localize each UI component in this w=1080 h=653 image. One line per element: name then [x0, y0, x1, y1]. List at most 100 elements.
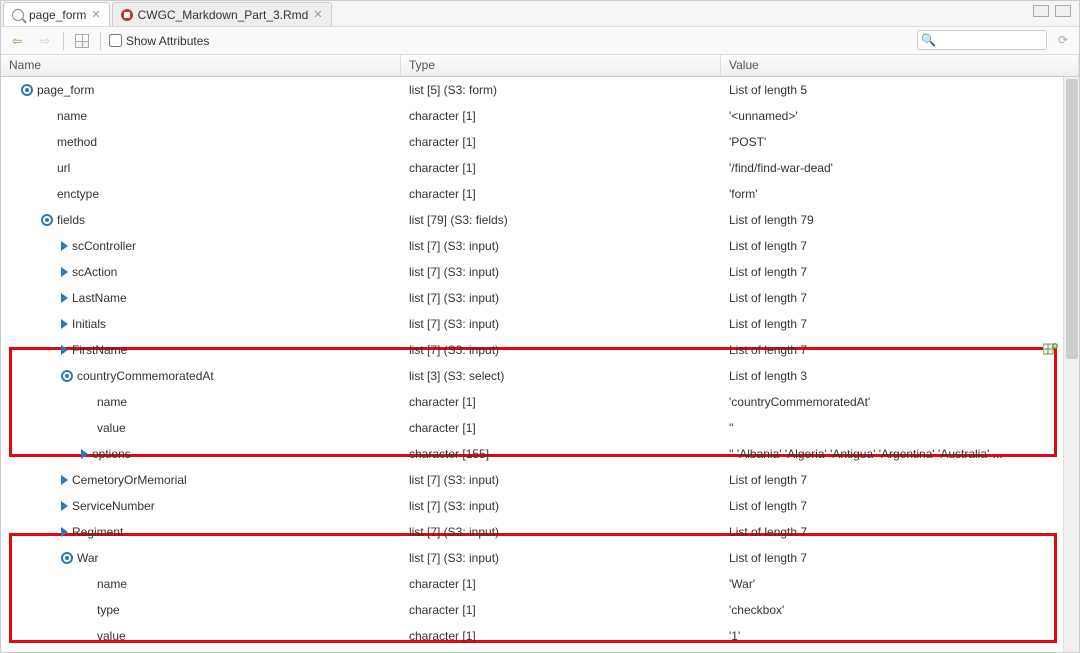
cell-value: List of length 7	[721, 317, 1079, 331]
cell-name: War	[1, 551, 401, 565]
search-input[interactable]	[917, 30, 1047, 50]
cell-type: list [7] (S3: input)	[401, 525, 721, 539]
tree-row[interactable]: LastNamelist [7] (S3: input)List of leng…	[1, 285, 1079, 311]
cell-type: list [3] (S3: select)	[401, 369, 721, 383]
cell-name: LastName	[1, 291, 401, 305]
tab-markdown[interactable]: CWGC_Markdown_Part_3.Rmd ✕	[112, 2, 332, 26]
search-icon	[12, 9, 24, 21]
node-name: options	[92, 447, 131, 461]
tree-row[interactable]: Regimentlist [7] (S3: input)List of leng…	[1, 519, 1079, 545]
tree-row[interactable]: namecharacter [1]'War'	[1, 571, 1079, 597]
node-name: Initials	[72, 317, 106, 331]
tree-row[interactable]: namecharacter [1]'countryCommemoratedAt'	[1, 389, 1079, 415]
cell-value: ''	[721, 421, 1079, 435]
cell-value: '/find/find-war-dead'	[721, 161, 1079, 175]
tree-row[interactable]: Warlist [7] (S3: input)List of length 7	[1, 545, 1079, 571]
show-attributes-checkbox[interactable]: Show Attributes	[109, 34, 209, 48]
tree-row[interactable]: optionscharacter [155]'' 'Albania' 'Alge…	[1, 441, 1079, 467]
tree-row[interactable]: urlcharacter [1]'/find/find-war-dead'	[1, 155, 1079, 181]
node-name: FirstName	[72, 343, 127, 357]
tree-row[interactable]: namecharacter [1]'<unnamed>'	[1, 103, 1079, 129]
tree-row[interactable]: ServiceNumberlist [7] (S3: input)List of…	[1, 493, 1079, 519]
node-name: enctype	[57, 187, 99, 201]
grid-icon	[75, 34, 89, 48]
cell-value: List of length 7	[721, 499, 1079, 513]
cell-type: character [1]	[401, 109, 721, 123]
expander-open-icon[interactable]	[61, 552, 73, 564]
node-name: type	[97, 603, 120, 617]
tree-row[interactable]: valuecharacter [1]''	[1, 415, 1079, 441]
node-name: name	[97, 577, 127, 591]
expander-closed-icon[interactable]	[61, 241, 68, 251]
tree-row[interactable]: typecharacter [1]'checkbox'	[1, 597, 1079, 623]
cell-type: list [7] (S3: input)	[401, 265, 721, 279]
tree-row[interactable]: FirstNamelist [7] (S3: input)List of len…	[1, 337, 1079, 363]
cell-name: page_form	[1, 83, 401, 97]
cell-type: character [1]	[401, 629, 721, 643]
back-button[interactable]: ⇦	[7, 31, 27, 51]
extract-variable-icon[interactable]	[1043, 342, 1059, 359]
expander-closed-icon[interactable]	[61, 319, 68, 329]
close-icon[interactable]: ✕	[313, 8, 322, 21]
node-name: ServiceNumber	[72, 499, 155, 513]
tree-row[interactable]: enctypecharacter [1]'form'	[1, 181, 1079, 207]
checkbox-input[interactable]	[109, 34, 122, 47]
toolbar: ⇦ ⇨ Show Attributes 🔍 ⟳	[1, 27, 1079, 55]
node-name: scController	[72, 239, 136, 253]
cell-name: name	[1, 577, 401, 591]
expander-closed-icon[interactable]	[61, 527, 68, 537]
maximize-button[interactable]	[1055, 5, 1071, 17]
separator	[63, 32, 64, 50]
cell-value: '' 'Albania' 'Algeria' 'Antigua' 'Argent…	[721, 447, 1079, 461]
expander-closed-icon[interactable]	[61, 501, 68, 511]
window-controls	[1033, 5, 1071, 17]
cell-value: List of length 7	[721, 473, 1079, 487]
tab-page-form[interactable]: page_form ✕	[3, 2, 110, 26]
cell-value: '1'	[721, 629, 1079, 643]
tree-row[interactable]: methodcharacter [1]'POST'	[1, 129, 1079, 155]
expander-closed-icon[interactable]	[61, 475, 68, 485]
tree-body: page_formlist [5] (S3: form)List of leng…	[1, 77, 1079, 652]
cell-name: ServiceNumber	[1, 499, 401, 513]
tree-row[interactable]: valuecharacter [1]'1'	[1, 623, 1079, 649]
cell-name: method	[1, 135, 401, 149]
cell-value: List of length 7	[721, 265, 1079, 279]
node-name: value	[97, 421, 126, 435]
cell-name: url	[1, 161, 401, 175]
header-type[interactable]: Type	[401, 55, 721, 76]
cell-name: type	[1, 603, 401, 617]
minimize-button[interactable]	[1033, 5, 1049, 17]
expander-closed-icon[interactable]	[61, 293, 68, 303]
close-icon[interactable]: ✕	[91, 8, 100, 21]
cell-type: list [7] (S3: input)	[401, 317, 721, 331]
cell-name: enctype	[1, 187, 401, 201]
expander-open-icon[interactable]	[21, 84, 33, 96]
cell-name: FirstName	[1, 343, 401, 357]
header-value[interactable]: Value	[721, 55, 1079, 76]
expander-closed-icon[interactable]	[61, 345, 68, 355]
cell-type: character [1]	[401, 577, 721, 591]
node-name: fields	[57, 213, 85, 227]
tree-row[interactable]: Initials list [7] (S3: input)List of leng…	[1, 311, 1079, 337]
node-name: method	[57, 135, 97, 149]
tree-row[interactable]: scControllerlist [7] (S3: input)List of …	[1, 233, 1079, 259]
expander-open-icon[interactable]	[41, 214, 53, 226]
cell-type: list [79] (S3: fields)	[401, 213, 721, 227]
tree-row[interactable]: countryCommemoratedAtlist [3] (S3: selec…	[1, 363, 1079, 389]
cell-name: CemetoryOrMemorial	[1, 473, 401, 487]
forward-button[interactable]: ⇨	[35, 31, 55, 51]
grid-view-button[interactable]	[72, 31, 92, 51]
node-name: url	[57, 161, 70, 175]
node-name: name	[57, 109, 87, 123]
expander-closed-icon[interactable]	[61, 267, 68, 277]
cell-name: countryCommemoratedAt	[1, 369, 401, 383]
tree-row[interactable]: fieldslist [79] (S3: fields)List of leng…	[1, 207, 1079, 233]
tree-row[interactable]: scActionlist [7] (S3: input)List of leng…	[1, 259, 1079, 285]
header-name[interactable]: Name	[1, 55, 401, 76]
refresh-button[interactable]: ⟳	[1053, 30, 1073, 50]
tree-row[interactable]: CemetoryOrMemoriallist [7] (S3: input)Li…	[1, 467, 1079, 493]
expander-open-icon[interactable]	[61, 370, 73, 382]
cell-value: 'countryCommemoratedAt'	[721, 395, 1079, 409]
tree-row[interactable]: page_formlist [5] (S3: form)List of leng…	[1, 77, 1079, 103]
expander-closed-icon[interactable]	[81, 449, 88, 459]
